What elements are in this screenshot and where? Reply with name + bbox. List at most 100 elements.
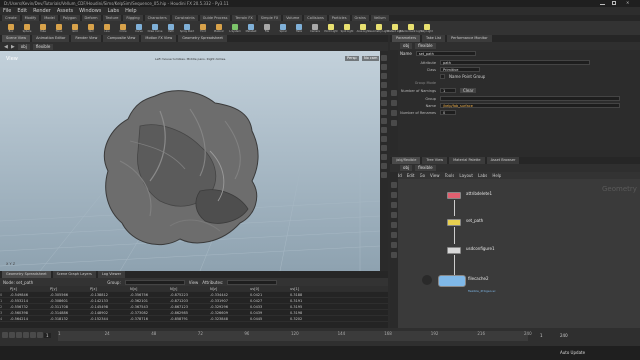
shelf-tool[interactable]: Font [196, 21, 210, 35]
network-menu-item[interactable]: Layout [459, 173, 473, 178]
tab-take-list[interactable]: Take List [422, 35, 446, 42]
tab-animation-editor[interactable]: Animation Editor [32, 35, 70, 42]
menu-render[interactable]: Render [33, 8, 51, 14]
num-renames-field[interactable]: 0 [440, 110, 456, 115]
tab-parameters[interactable]: Parameters [392, 35, 421, 42]
toolbar-button[interactable] [391, 222, 397, 228]
network-menu-item[interactable]: Labs [478, 173, 487, 178]
path-crumb-flexible[interactable]: flexible [415, 43, 436, 49]
tab-render-view[interactable]: Render View [71, 35, 102, 42]
group-field[interactable] [124, 279, 185, 285]
toolbar-button[interactable] [381, 109, 387, 115]
shelf-tool[interactable]: Area Light [356, 21, 370, 35]
shelf-tool[interactable]: Line [100, 21, 114, 35]
jump-end-icon[interactable] [37, 332, 43, 338]
menu-help[interactable]: Help [125, 8, 136, 14]
back-arrow-icon[interactable]: ◀ [4, 44, 8, 50]
path-crumb-obj[interactable]: obj [400, 43, 413, 49]
maximize-icon[interactable] [612, 1, 616, 5]
end-frame[interactable]: 240 [560, 333, 568, 338]
menu-labs[interactable]: Labs [107, 8, 119, 14]
shelf-tool[interactable]: Metaball [244, 21, 258, 35]
toolbar-button[interactable] [381, 145, 387, 151]
toolbar-button[interactable] [381, 118, 387, 124]
render-flag-icon[interactable] [422, 275, 432, 285]
minimize-icon[interactable] [600, 1, 605, 5]
shelf-tool[interactable]: L-System [228, 21, 242, 35]
toolbar-button[interactable] [381, 136, 387, 142]
stop-icon[interactable] [16, 332, 22, 338]
network-menu-item[interactable]: Tools [445, 173, 455, 178]
tab-composite-view[interactable]: Composite View [103, 35, 140, 42]
geometry-spreadsheet-table[interactable]: P[x] P[y] P[z] N[x] N[y] N[z] uv[0] uv[1] 0 -0.54… [0, 286, 388, 328]
name-field[interactable]: /kelp/fab_surface [440, 103, 620, 108]
shelf-tool[interactable]: Torus [52, 21, 66, 35]
close-icon[interactable]: ✕ [626, 0, 629, 5]
shelf-tool[interactable]: Circle [116, 21, 130, 35]
network-menu-item[interactable]: View [430, 173, 440, 178]
scene-viewport[interactable] [0, 51, 381, 272]
tab-motion-fx-view[interactable]: Motion FX View [141, 35, 177, 42]
menu-windows[interactable]: Windows [79, 8, 101, 14]
shelf-tool[interactable]: Camera [308, 21, 322, 35]
step-forward-icon[interactable] [30, 332, 36, 338]
shelf-tool[interactable]: Null [84, 21, 98, 35]
shelf-tool[interactable]: Tube [36, 21, 50, 35]
view-label[interactable]: View [189, 280, 199, 285]
network-editor-canvas[interactable]: Geometry attribdelete1 set_path usdconfi… [398, 179, 640, 328]
shelf-tool[interactable]: Grid [68, 21, 82, 35]
node-filecache2[interactable] [438, 275, 466, 287]
play-icon[interactable] [23, 332, 29, 338]
path-crumb-obj[interactable]: obj [400, 165, 413, 171]
network-menu-item[interactable]: Edit [407, 173, 415, 178]
node-attribdelete1[interactable] [447, 192, 461, 199]
shelf-tool[interactable]: Distant Light [387, 21, 403, 35]
current-frame-field[interactable]: 1 [44, 333, 51, 338]
toolbar-button[interactable] [391, 90, 397, 96]
tab-material-palette[interactable]: Material Palette [449, 157, 485, 164]
path-crumb-flexible[interactable]: flexible [32, 43, 54, 50]
tab-geometry-spreadsheet[interactable]: Geometry Spreadsheet [2, 271, 51, 278]
tab-network-path[interactable]: /obj/flexible [392, 157, 421, 164]
shelf-tool[interactable]: Point Light [324, 21, 338, 35]
path-crumb-flexible[interactable]: flexible [415, 165, 436, 171]
toolbar-button[interactable] [381, 172, 387, 178]
network-menu-item[interactable]: Go [420, 173, 426, 178]
group-field[interactable] [440, 96, 620, 101]
shelf-tool[interactable]: Box [4, 21, 18, 35]
shelf-tool[interactable]: Sphere [20, 21, 34, 35]
toolbar-button[interactable] [391, 120, 397, 126]
toolbar-button[interactable] [391, 242, 397, 248]
toolbar-button[interactable] [391, 252, 397, 258]
toolbar-button[interactable] [391, 212, 397, 218]
class-dropdown[interactable]: Primitive [440, 67, 480, 72]
step-back-icon[interactable] [9, 332, 15, 338]
attributes-field[interactable] [227, 279, 278, 285]
path-crumb-obj[interactable]: obj [17, 43, 30, 50]
toolbar-button[interactable] [391, 202, 397, 208]
node-name-field[interactable]: set_path [415, 51, 476, 56]
toolbar-button[interactable] [391, 110, 397, 116]
toolbar-button[interactable] [381, 82, 387, 88]
shelf-tool[interactable]: Platonic [212, 21, 226, 35]
shelf-tool[interactable]: Path [164, 21, 178, 35]
toolbar-button[interactable] [381, 163, 387, 169]
shelf-tool[interactable]: Spot Light [340, 21, 354, 35]
attribute-field[interactable]: path [440, 60, 590, 65]
name-point-group-checkbox[interactable] [440, 74, 445, 79]
menu-assets[interactable]: Assets [57, 8, 73, 14]
menu-file[interactable]: File [3, 8, 11, 14]
jump-start-icon[interactable] [2, 332, 8, 338]
network-menu-item[interactable]: Help [492, 173, 501, 178]
timeline-ruler[interactable]: 1 24 48 72 96 120 144 168 192 216 240 [58, 331, 532, 341]
shelf-tool[interactable]: File [260, 21, 274, 35]
shelf-tool[interactable]: Helix [292, 21, 306, 35]
toolbar-button[interactable] [381, 73, 387, 79]
tab-geometry-spreadsheet[interactable]: Geometry Spreadsheet [178, 35, 227, 42]
tab-tree-view[interactable]: Tree View [422, 157, 448, 164]
toolbar-button[interactable] [391, 232, 397, 238]
toolbar-button[interactable] [391, 182, 397, 188]
shelf-tool[interactable]: Draw Curve [148, 21, 162, 35]
shelf-tool[interactable]: Environment Light [400, 21, 423, 35]
shelf-tool[interactable]: Curve [132, 21, 146, 35]
